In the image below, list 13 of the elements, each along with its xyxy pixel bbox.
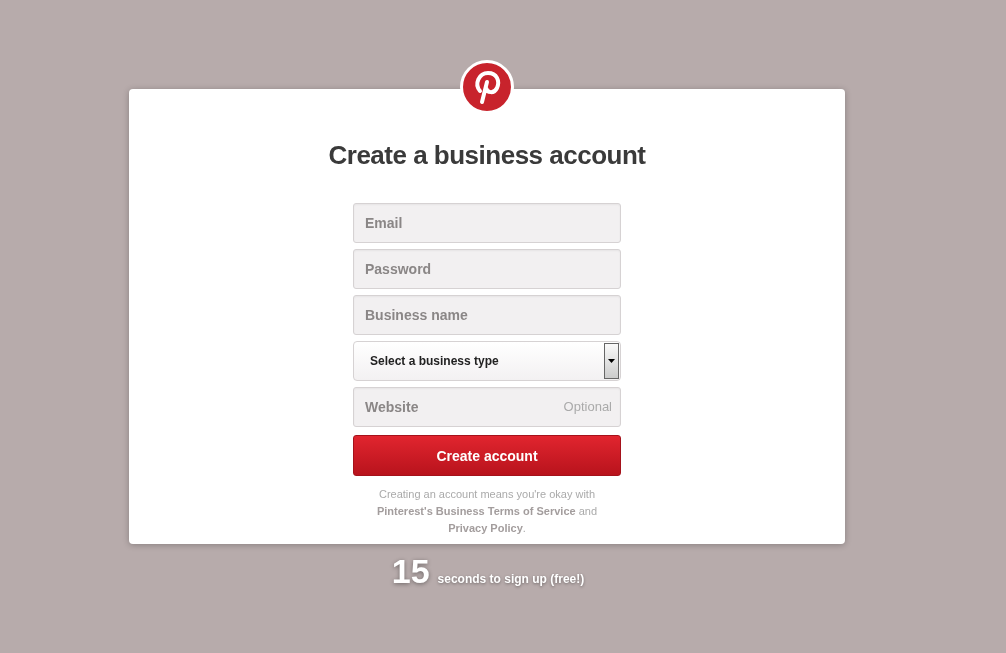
footer-text: seconds to sign up (free!) (437, 572, 585, 586)
business-type-select[interactable]: Select a business type (353, 341, 621, 381)
terms-text: Creating an account means you're okay with (378, 488, 596, 500)
terms-text: . (522, 522, 526, 534)
input-field[interactable]: Business name (353, 295, 621, 335)
seconds-count: 15 (391, 552, 430, 591)
input-field[interactable]: Password (353, 249, 621, 289)
create-account-button[interactable]: Create account (353, 435, 621, 476)
terms-text: and (577, 505, 598, 517)
optional-hint: Optional (563, 399, 612, 414)
input-field[interactable]: Email (353, 203, 621, 243)
page-title: Create a business account (328, 139, 646, 171)
caret-icon (608, 359, 615, 363)
